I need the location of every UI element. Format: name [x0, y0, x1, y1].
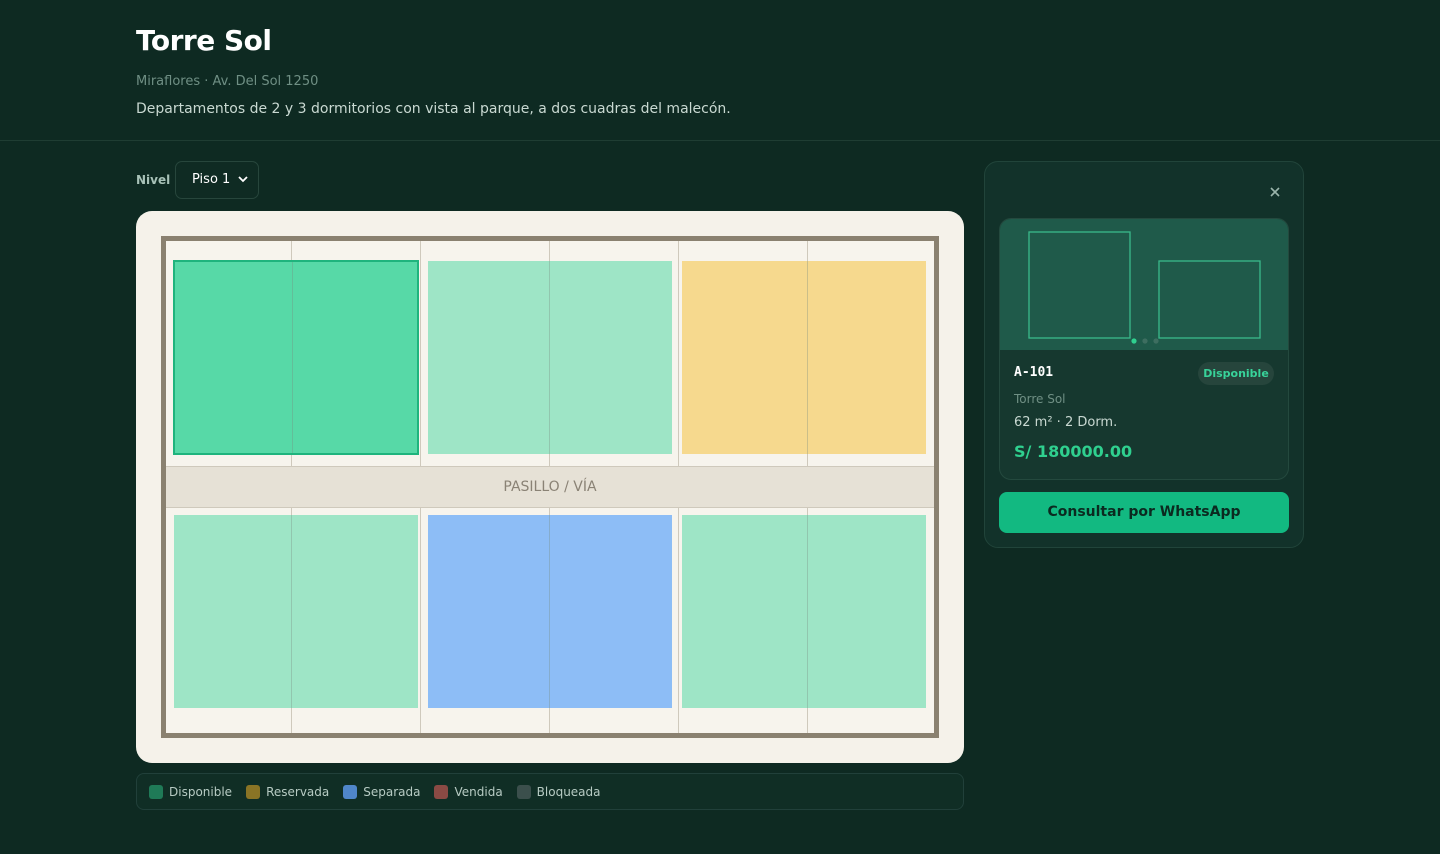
- unit-a103[interactable]: [682, 261, 926, 454]
- project-description: Departamentos de 2 y 3 dormitorios con v…: [136, 101, 731, 117]
- unit-card: A-101 Disponible Torre Sol 62 m² · 2 Dor…: [999, 218, 1289, 480]
- unit-a101[interactable]: [173, 260, 419, 455]
- legend-swatch: [149, 784, 163, 799]
- legend-item-bloqueada: Bloqueada: [516, 784, 601, 799]
- legend-item-reservada: Reservada: [246, 784, 330, 799]
- status-legend: Disponible Reservada Separada Vendida Bl…: [136, 773, 964, 810]
- unit-divider: [807, 261, 808, 454]
- legend-swatch: [343, 784, 358, 799]
- unit-specs: 62 m² · 2 Dorm.: [1014, 415, 1118, 430]
- legend-item-separada: Separada: [343, 784, 421, 799]
- unit-code: A-101: [1014, 365, 1054, 380]
- unit-divider: [549, 261, 550, 454]
- unit-divider: [292, 262, 293, 453]
- project-title: Torre Sol: [136, 24, 272, 57]
- legend-swatch: [516, 784, 531, 799]
- close-icon[interactable]: [1266, 183, 1284, 201]
- unit-preview-image[interactable]: [1000, 219, 1288, 350]
- corridor-label: PASILLO / VÍA: [166, 466, 934, 508]
- level-label: Nivel: [136, 173, 171, 187]
- unit-a104[interactable]: [174, 515, 418, 708]
- chevron-down-icon: [238, 162, 248, 213]
- legend-swatch: [246, 784, 261, 799]
- unit-divider: [549, 515, 550, 708]
- legend-label: Bloqueada: [536, 784, 601, 799]
- carousel-dot: [1153, 338, 1159, 344]
- legend-label: Disponible: [169, 784, 233, 799]
- unit-price: S/ 180000.00: [1014, 442, 1133, 461]
- unit-a105[interactable]: [428, 515, 672, 708]
- legend-item-vendida: Vendida: [434, 784, 503, 799]
- legend-label: Reservada: [266, 784, 330, 799]
- level-select-value: Piso 1: [192, 172, 231, 187]
- floor-plan-card: PASILLO / VÍA: [136, 211, 964, 763]
- project-header: Torre Sol Miraflores · Av. Del Sol 1250 …: [0, 0, 1440, 141]
- project-location: Miraflores · Av. Del Sol 1250: [136, 74, 319, 89]
- unit-divider: [291, 515, 292, 708]
- legend-item-disponible: Disponible: [149, 784, 233, 799]
- status-badge: Disponible: [1198, 362, 1274, 385]
- legend-swatch: [434, 784, 449, 799]
- level-select[interactable]: Piso 1: [175, 161, 259, 199]
- legend-label: Separada: [363, 784, 421, 799]
- unit-a106[interactable]: [682, 515, 926, 708]
- whatsapp-button[interactable]: Consultar por WhatsApp: [999, 492, 1289, 533]
- floor-plan: PASILLO / VÍA: [161, 236, 939, 738]
- unit-a102[interactable]: [428, 261, 672, 454]
- unit-divider: [807, 515, 808, 708]
- carousel-dot: [1142, 338, 1148, 344]
- legend-label: Vendida: [454, 784, 503, 799]
- unit-tower: Torre Sol: [1014, 392, 1066, 406]
- carousel-dot-active: [1131, 338, 1137, 344]
